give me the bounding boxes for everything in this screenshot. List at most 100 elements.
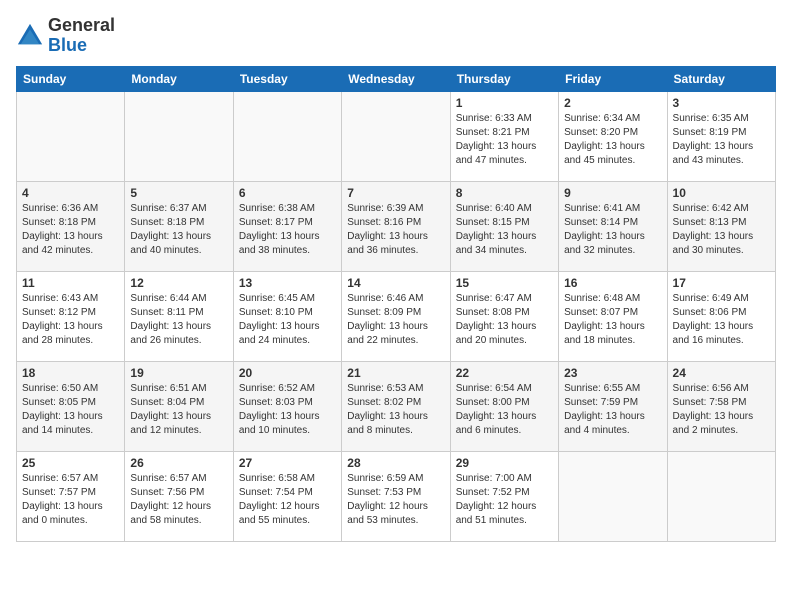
day-number: 6 bbox=[239, 186, 336, 200]
calendar-table: SundayMondayTuesdayWednesdayThursdayFrid… bbox=[16, 66, 776, 542]
day-number: 13 bbox=[239, 276, 336, 290]
day-info: Sunrise: 6:35 AMSunset: 8:19 PMDaylight:… bbox=[673, 112, 770, 168]
day-number: 23 bbox=[564, 366, 661, 380]
day-number: 2 bbox=[564, 96, 661, 110]
page-header: General Blue bbox=[16, 16, 776, 56]
calendar-header: SundayMondayTuesdayWednesdayThursdayFrid… bbox=[17, 66, 776, 91]
calendar-day-cell: 23 Sunrise: 6:55 AMSunset: 7:59 PMDayligh… bbox=[559, 361, 667, 451]
day-info: Sunrise: 6:42 AMSunset: 8:13 PMDaylight:… bbox=[673, 202, 770, 258]
calendar-day-cell: 17 Sunrise: 6:49 AMSunset: 8:06 PMDayligh… bbox=[667, 271, 775, 361]
day-info: Sunrise: 6:52 AMSunset: 8:03 PMDaylight:… bbox=[239, 382, 336, 438]
calendar-day-cell: 29Sunrise: 7:00 AMSunset: 7:52 PMDayligh… bbox=[450, 451, 558, 541]
day-info: Sunrise: 6:46 AMSunset: 8:09 PMDaylight:… bbox=[347, 292, 444, 348]
day-info: Sunrise: 6:58 AMSunset: 7:54 PMDaylight:… bbox=[239, 472, 336, 528]
day-info: Sunrise: 6:43 AMSunset: 8:12 PMDaylight:… bbox=[22, 292, 119, 348]
logo-text-line1: General bbox=[48, 16, 115, 36]
day-info: Sunrise: 6:40 AMSunset: 8:15 PMDaylight:… bbox=[456, 202, 553, 258]
day-number: 7 bbox=[347, 186, 444, 200]
calendar-day-cell: 19 Sunrise: 6:51 AMSunset: 8:04 PMDayligh… bbox=[125, 361, 233, 451]
calendar-day-cell: 21 Sunrise: 6:53 AMSunset: 8:02 PMDayligh… bbox=[342, 361, 450, 451]
day-info: Sunrise: 6:51 AMSunset: 8:04 PMDaylight:… bbox=[130, 382, 227, 438]
day-info: Sunrise: 6:49 AMSunset: 8:06 PMDaylight:… bbox=[673, 292, 770, 348]
calendar-day-cell bbox=[559, 451, 667, 541]
day-number: 21 bbox=[347, 366, 444, 380]
day-info: Sunrise: 6:38 AMSunset: 8:17 PMDaylight:… bbox=[239, 202, 336, 258]
day-number: 11 bbox=[22, 276, 119, 290]
logo-text-line2: Blue bbox=[48, 36, 115, 56]
calendar-day-cell bbox=[125, 91, 233, 181]
calendar-week-row: 18 Sunrise: 6:50 AMSunset: 8:05 PMDayligh… bbox=[17, 361, 776, 451]
day-info: Sunrise: 6:57 AMSunset: 7:56 PMDaylight:… bbox=[130, 472, 227, 528]
day-number: 5 bbox=[130, 186, 227, 200]
day-info: Sunrise: 6:59 AMSunset: 7:53 PMDaylight:… bbox=[347, 472, 444, 528]
calendar-day-cell: 3 Sunrise: 6:35 AMSunset: 8:19 PMDaylight… bbox=[667, 91, 775, 181]
day-number: 14 bbox=[347, 276, 444, 290]
day-number: 25 bbox=[22, 456, 119, 470]
day-of-week-header: Monday bbox=[125, 66, 233, 91]
calendar-day-cell: 5 Sunrise: 6:37 AMSunset: 8:18 PMDaylight… bbox=[125, 181, 233, 271]
calendar-day-cell: 14 Sunrise: 6:46 AMSunset: 8:09 PMDayligh… bbox=[342, 271, 450, 361]
day-number: 18 bbox=[22, 366, 119, 380]
calendar-day-cell: 11 Sunrise: 6:43 AMSunset: 8:12 PMDayligh… bbox=[17, 271, 125, 361]
calendar-day-cell: 1Sunrise: 6:33 AMSunset: 8:21 PMDaylight… bbox=[450, 91, 558, 181]
calendar-day-cell: 26 Sunrise: 6:57 AMSunset: 7:56 PMDayligh… bbox=[125, 451, 233, 541]
day-number: 26 bbox=[130, 456, 227, 470]
day-number: 17 bbox=[673, 276, 770, 290]
day-number: 22 bbox=[456, 366, 553, 380]
day-info: Sunrise: 6:37 AMSunset: 8:18 PMDaylight:… bbox=[130, 202, 227, 258]
calendar-week-row: 25 Sunrise: 6:57 AMSunset: 7:57 PMDayligh… bbox=[17, 451, 776, 541]
calendar-day-cell: 25 Sunrise: 6:57 AMSunset: 7:57 PMDayligh… bbox=[17, 451, 125, 541]
calendar-day-cell: 20 Sunrise: 6:52 AMSunset: 8:03 PMDayligh… bbox=[233, 361, 341, 451]
day-of-week-header: Sunday bbox=[17, 66, 125, 91]
calendar-day-cell: 16 Sunrise: 6:48 AMSunset: 8:07 PMDayligh… bbox=[559, 271, 667, 361]
calendar-day-cell bbox=[342, 91, 450, 181]
calendar-day-cell bbox=[233, 91, 341, 181]
calendar-day-cell: 4Sunrise: 6:36 AMSunset: 8:18 PMDaylight… bbox=[17, 181, 125, 271]
calendar-day-cell bbox=[17, 91, 125, 181]
day-number: 19 bbox=[130, 366, 227, 380]
day-number: 8 bbox=[456, 186, 553, 200]
calendar-day-cell: 27 Sunrise: 6:58 AMSunset: 7:54 PMDayligh… bbox=[233, 451, 341, 541]
day-info: Sunrise: 6:34 AMSunset: 8:20 PMDaylight:… bbox=[564, 112, 661, 168]
day-info: Sunrise: 6:55 AMSunset: 7:59 PMDaylight:… bbox=[564, 382, 661, 438]
day-number: 28 bbox=[347, 456, 444, 470]
day-number: 4 bbox=[22, 186, 119, 200]
calendar-day-cell: 22Sunrise: 6:54 AMSunset: 8:00 PMDayligh… bbox=[450, 361, 558, 451]
calendar-week-row: 1Sunrise: 6:33 AMSunset: 8:21 PMDaylight… bbox=[17, 91, 776, 181]
logo: General Blue bbox=[16, 16, 115, 56]
logo-icon bbox=[16, 22, 44, 50]
calendar-day-cell: 28 Sunrise: 6:59 AMSunset: 7:53 PMDayligh… bbox=[342, 451, 450, 541]
day-info: Sunrise: 6:57 AMSunset: 7:57 PMDaylight:… bbox=[22, 472, 119, 528]
day-info: Sunrise: 6:48 AMSunset: 8:07 PMDaylight:… bbox=[564, 292, 661, 348]
day-info: Sunrise: 6:41 AMSunset: 8:14 PMDaylight:… bbox=[564, 202, 661, 258]
calendar-day-cell: 12 Sunrise: 6:44 AMSunset: 8:11 PMDayligh… bbox=[125, 271, 233, 361]
calendar-day-cell: 18 Sunrise: 6:50 AMSunset: 8:05 PMDayligh… bbox=[17, 361, 125, 451]
day-number: 20 bbox=[239, 366, 336, 380]
day-of-week-header: Thursday bbox=[450, 66, 558, 91]
day-number: 27 bbox=[239, 456, 336, 470]
calendar-day-cell: 2 Sunrise: 6:34 AMSunset: 8:20 PMDaylight… bbox=[559, 91, 667, 181]
day-info: Sunrise: 6:56 AMSunset: 7:58 PMDaylight:… bbox=[673, 382, 770, 438]
calendar-day-cell: 10Sunrise: 6:42 AMSunset: 8:13 PMDayligh… bbox=[667, 181, 775, 271]
day-number: 16 bbox=[564, 276, 661, 290]
day-info: Sunrise: 6:47 AMSunset: 8:08 PMDaylight:… bbox=[456, 292, 553, 348]
calendar-week-row: 4Sunrise: 6:36 AMSunset: 8:18 PMDaylight… bbox=[17, 181, 776, 271]
day-info: Sunrise: 6:50 AMSunset: 8:05 PMDaylight:… bbox=[22, 382, 119, 438]
day-info: Sunrise: 6:39 AMSunset: 8:16 PMDaylight:… bbox=[347, 202, 444, 258]
day-number: 24 bbox=[673, 366, 770, 380]
calendar-day-cell bbox=[667, 451, 775, 541]
day-number: 3 bbox=[673, 96, 770, 110]
day-info: Sunrise: 6:53 AMSunset: 8:02 PMDaylight:… bbox=[347, 382, 444, 438]
day-number: 29 bbox=[456, 456, 553, 470]
day-info: Sunrise: 6:45 AMSunset: 8:10 PMDaylight:… bbox=[239, 292, 336, 348]
calendar-day-cell: 24 Sunrise: 6:56 AMSunset: 7:58 PMDayligh… bbox=[667, 361, 775, 451]
day-number: 12 bbox=[130, 276, 227, 290]
day-of-week-header: Tuesday bbox=[233, 66, 341, 91]
day-number: 9 bbox=[564, 186, 661, 200]
day-info: Sunrise: 6:33 AMSunset: 8:21 PMDaylight:… bbox=[456, 112, 553, 168]
day-info: Sunrise: 6:44 AMSunset: 8:11 PMDaylight:… bbox=[130, 292, 227, 348]
day-of-week-header: Wednesday bbox=[342, 66, 450, 91]
day-number: 15 bbox=[456, 276, 553, 290]
header-row: SundayMondayTuesdayWednesdayThursdayFrid… bbox=[17, 66, 776, 91]
day-of-week-header: Friday bbox=[559, 66, 667, 91]
